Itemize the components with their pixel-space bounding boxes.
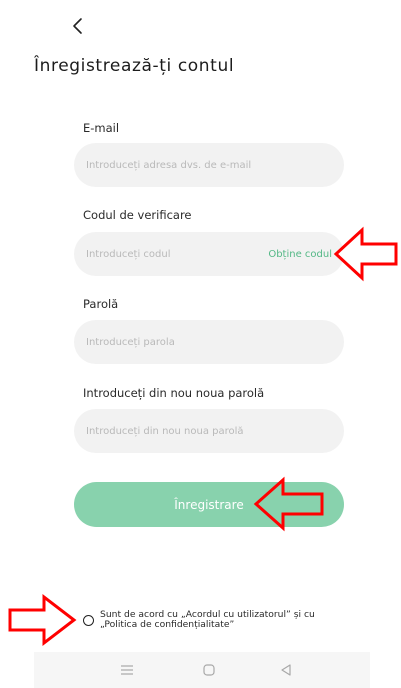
back-triangle-icon: [281, 664, 291, 676]
menu-icon: [121, 665, 133, 675]
consent-text-line-2: „Politica de confidențialitate”: [100, 619, 235, 630]
system-navigation-bar: [34, 652, 370, 688]
password-field[interactable]: [86, 336, 332, 348]
verification-code-container[interactable]: Obține codul: [74, 232, 344, 276]
email-field[interactable]: [86, 159, 332, 171]
red-outline-arrow-icon: [253, 476, 324, 532]
back-nav-button[interactable]: [277, 662, 295, 678]
confirm-password-label: Introduceți din nou noua parolă: [83, 386, 265, 400]
red-outline-arrow-icon: [333, 226, 398, 282]
page-title: Înregistrează-ți contul: [34, 56, 235, 76]
chevron-left-icon: [73, 18, 82, 34]
home-button[interactable]: [200, 662, 218, 678]
consent-radio[interactable]: [83, 615, 94, 626]
verification-code-field[interactable]: [86, 248, 263, 260]
home-icon: [203, 664, 215, 676]
confirm-password-field-container[interactable]: [74, 409, 344, 453]
email-field-container[interactable]: [74, 143, 344, 187]
back-button[interactable]: [66, 14, 90, 38]
password-label: Parolă: [83, 297, 119, 311]
password-field-container[interactable]: [74, 320, 344, 364]
verification-code-label: Codul de verificare: [83, 208, 192, 222]
get-code-button[interactable]: Obține codul: [268, 249, 332, 260]
red-outline-arrow-icon: [8, 593, 77, 647]
consent-text: Sunt de acord cu „Acordul cu utilizatoru…: [100, 610, 315, 630]
recent-apps-button[interactable]: [118, 662, 136, 678]
confirm-password-field[interactable]: [86, 425, 332, 437]
email-label: E-mail: [83, 121, 120, 135]
consent-row: Sunt de acord cu „Acordul cu utilizatoru…: [83, 610, 373, 630]
